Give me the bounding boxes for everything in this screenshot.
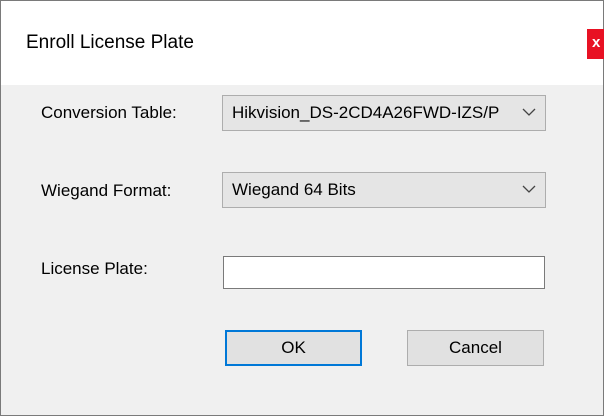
conversion-table-dropdown[interactable]: Hikvision_DS-2CD4A26FWD-IZS/P (222, 95, 546, 131)
license-plate-label: License Plate: (41, 259, 148, 278)
conversion-table-selected-value: Hikvision_DS-2CD4A26FWD-IZS/P (232, 103, 500, 122)
window-title: Enroll License Plate (26, 32, 194, 53)
dialog-body: Conversion Table: Hikvision_DS-2CD4A26FW… (1, 85, 603, 415)
close-icon: x (592, 34, 601, 51)
enroll-license-plate-dialog: Enroll License Plate x Conversion Table:… (0, 0, 604, 416)
chevron-down-icon (522, 185, 536, 193)
wiegand-format-label: Wiegand Format: (41, 181, 172, 200)
conversion-table-label: Conversion Table: (41, 103, 177, 122)
ok-button[interactable]: OK (225, 330, 362, 366)
wiegand-format-selected-value: Wiegand 64 Bits (232, 180, 356, 199)
cancel-button[interactable]: Cancel (407, 330, 544, 366)
close-button[interactable]: x (587, 29, 604, 59)
license-plate-input[interactable] (223, 256, 545, 289)
chevron-down-icon (522, 108, 536, 116)
title-bar[interactable]: Enroll License Plate x (1, 1, 604, 85)
wiegand-format-dropdown[interactable]: Wiegand 64 Bits (222, 172, 546, 208)
